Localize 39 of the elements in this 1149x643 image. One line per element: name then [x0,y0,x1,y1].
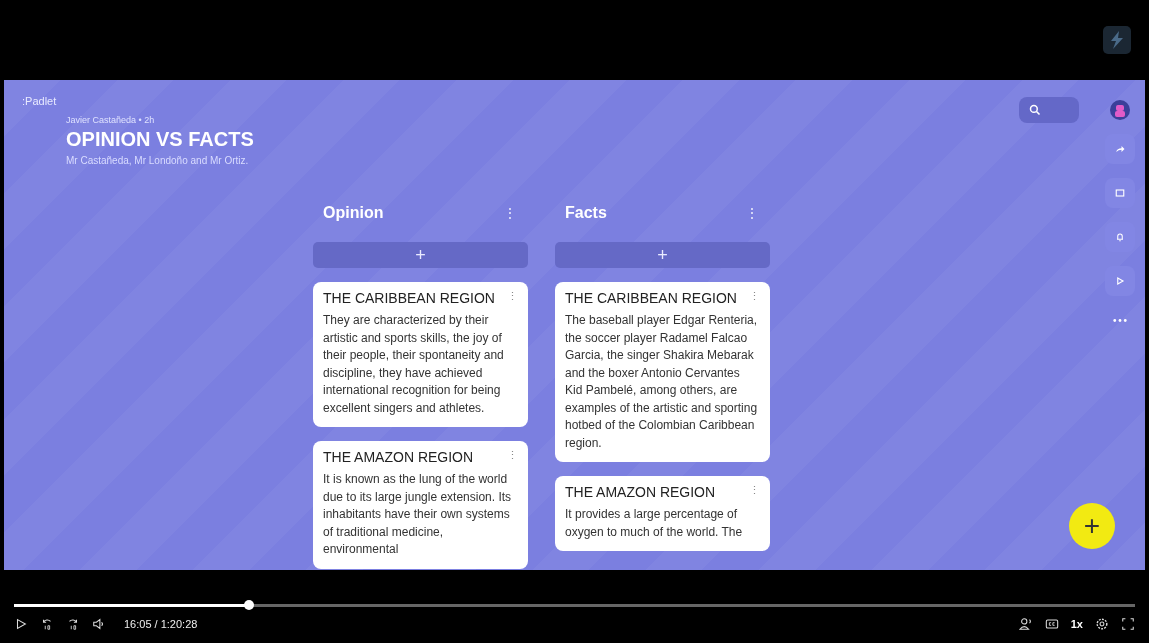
settings-icon[interactable] [1095,617,1109,631]
post-body: It is known as the lung of the world due to its large jungle extension. Its inhabitants have their own systems of traditional medicine, environmental [323,471,513,558]
logo-icon[interactable] [1103,26,1131,54]
search-icon [1029,104,1041,116]
time-display: 16:05 / 1:20:28 [124,618,198,630]
author-line: Javier Castañeda • 2h [66,115,155,125]
post-menu-button[interactable]: ⋮ [749,290,760,303]
post-body: The baseball player Edgar Renteria, the soccer player Radamel Falcao Garcia, the singer Shakira Mebarak and the boxer Antonio Cervantes Kid Pambelé, among others, are examples of the artistic and sporting hotbed of the Colombian Caribbean region. [565,312,759,452]
play-icon[interactable] [14,617,28,631]
volume-icon[interactable] [92,617,106,631]
add-post-button[interactable]: + [555,242,770,268]
post-title: THE CARIBBEAN REGION [323,290,495,306]
add-post-button[interactable]: + [313,242,528,268]
narrator-icon[interactable] [1018,617,1033,631]
speed-button[interactable]: 1x [1070,618,1083,630]
column-menu-button[interactable]: ⋮ [746,206,758,220]
column-title: Facts [565,204,607,222]
more-icon[interactable] [1113,318,1127,323]
search-button[interactable] [1019,97,1079,123]
board-title: OPINION VS FACTS [66,128,254,151]
add-button[interactable]: + [1069,503,1115,549]
bell-icon [1114,231,1126,243]
column-title: Opinion [323,204,384,222]
post-menu-button[interactable]: ⋮ [507,449,518,462]
avatar-icon[interactable] [1110,100,1130,120]
post-title: THE AMAZON REGION [565,484,716,500]
post-title: THE CARIBBEAN REGION [565,290,737,306]
post-title: THE AMAZON REGION [323,449,474,465]
column-menu-button[interactable]: ⋮ [504,206,516,220]
post-body: They are characterized by their artistic and sports skills, the joy of their people, their spontaneity and discipline, they have achieved international recognition for being excellent singers and athletes. [323,312,505,417]
post-body: It provides a large percentage of oxygen to much of the world. The [565,506,744,541]
fullscreen-icon[interactable] [1121,617,1135,631]
board-subtitle: Mr Castañeda, Mr Londoño and Mr Ortiz. [66,155,249,166]
play-icon [1114,275,1126,287]
post-menu-button[interactable]: ⋮ [507,290,518,303]
captions-icon[interactable] [1044,617,1059,631]
post-menu-button[interactable]: ⋮ [749,484,760,497]
padlet-logo: :Padlet [22,95,58,107]
slideshow-icon [1114,187,1126,199]
